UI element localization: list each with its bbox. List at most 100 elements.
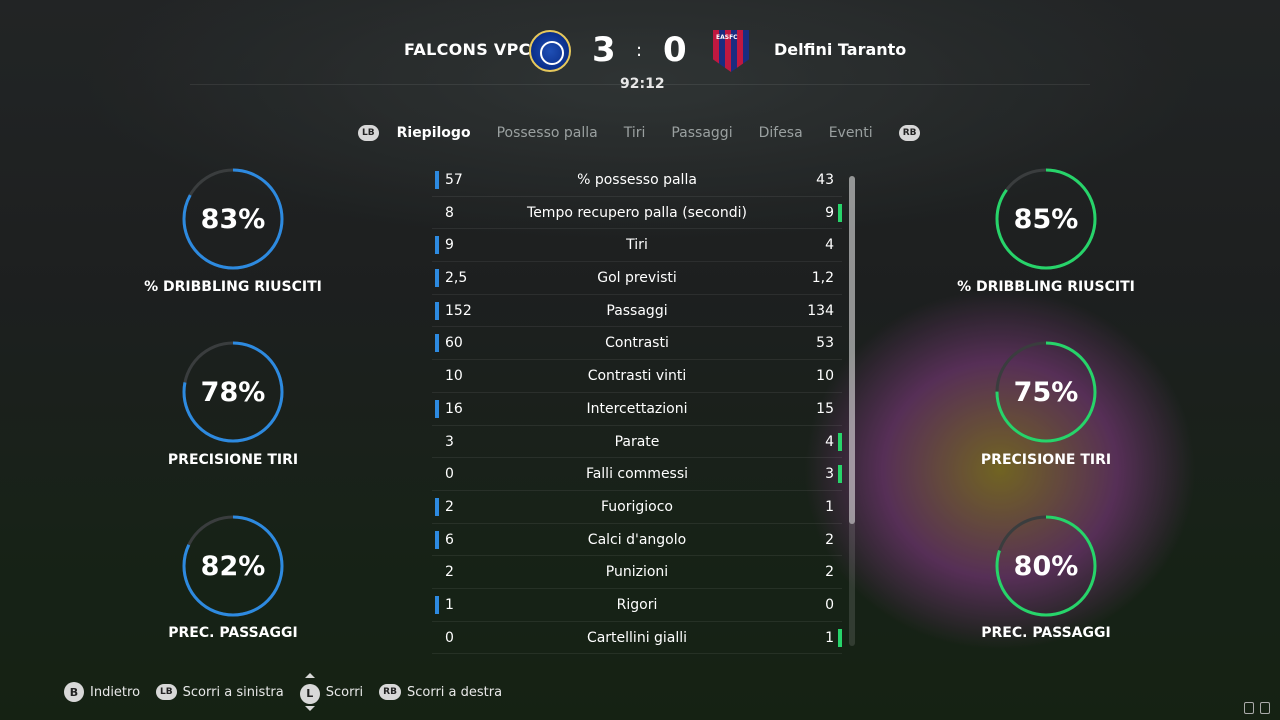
system-icons [1244,702,1270,714]
home-ring-0: 83% [181,167,285,271]
stat-home-value: 2 [445,564,454,581]
stat-name: % possesso palla [577,172,697,188]
home-leader-bar [435,399,439,418]
stats-table: 57% possesso palla 43 8 Tempo recupero pall… [432,164,842,655]
stat-name: Fuorigioco [601,498,673,515]
stats-scrollbar[interactable] [849,176,855,646]
stat-row: 16 Intercettazioni 15 [432,393,842,426]
stat-home-value: 57 [445,172,463,188]
stat-home-value: 10 [445,368,463,385]
scroll-right-label[interactable]: Scorri a destra [407,685,502,700]
stat-row: 2 Fuorigioco 1 [432,491,842,524]
home-leader-bar [435,530,439,549]
stat-row: 3 Parate 4 [432,426,842,459]
stat-away-value: 0 [825,596,834,613]
stat-name: Punizioni [605,564,669,581]
stat-name: Calci d'angolo [587,531,687,548]
rb-footer-button-icon[interactable]: RB [379,684,401,700]
stat-name: Parate [614,433,660,450]
stat-row: 57 % possesso palla 43 [432,164,842,197]
away-ring-value: 75% [1013,376,1079,408]
stat-away-value: 15 [816,400,834,417]
stat-name: Tiri [626,237,648,254]
stat-home-value: 16 [445,400,463,417]
stat-away-value: 134 [807,302,834,319]
home-ring-label: PRECISIONE TIRI [167,452,299,468]
stat-name: Passaggi [606,302,668,319]
home-ring-value: 83% [200,203,266,235]
tab-eventi[interactable]: Eventi [829,125,873,141]
stat-away-value: 43 [816,172,834,188]
home-leader-bar [435,334,439,353]
stick-up-arrow-icon [304,673,315,678]
tab-possesso-palla[interactable]: Possesso palla [497,125,598,141]
stat-away-value: 1 [825,629,834,646]
lb-button-icon[interactable]: LB [358,125,379,141]
stat-away-value: 4 [825,237,834,254]
stat-home-value: 2 [445,498,454,515]
tab-difesa[interactable]: Difesa [759,125,803,141]
tab-passaggi[interactable]: Passaggi [671,125,732,141]
home-ring-2: 82% [181,514,285,618]
stick-down-arrow-icon [304,706,315,711]
status-icon [1260,702,1270,714]
stat-home-value: 8 [445,204,454,221]
home-leader-bar [435,171,439,189]
stat-home-value: 60 [445,335,463,352]
stat-home-value: 152 [445,302,472,319]
stat-away-value: 9 [825,204,834,221]
lb-footer-button-icon[interactable]: LB [156,684,177,700]
stat-row: 2,5 Gol previsti 1,2 [432,262,842,295]
home-team-name: FALCONS VPC [404,40,531,59]
stat-away-value: 2 [825,564,834,581]
stat-name: Falli commessi [585,466,689,483]
away-leader-bar [838,465,842,484]
stat-name: Tempo recupero palla (secondi) [527,204,747,221]
home-leader-bar [435,595,439,614]
home-leader-bar [435,236,439,255]
scroll-label[interactable]: Scorri [326,685,363,700]
stat-home-value: 9 [445,237,454,254]
away-ring-0: 85% [994,167,1098,271]
away-ring-label: PREC. PASSAGGI [981,625,1111,641]
home-team-crest-icon [529,30,571,72]
stat-away-value: 53 [816,335,834,352]
home-ring-1: 78% [181,340,285,444]
away-ring-label: PRECISIONE TIRI [980,452,1112,468]
scroll-left-label[interactable]: Scorri a sinistra [183,685,284,700]
tab-tiri[interactable]: Tiri [624,125,646,141]
stat-home-value: 3 [445,433,454,450]
stat-row: 10 Contrasti vinti 10 [432,360,842,393]
stat-home-value: 0 [445,629,454,646]
home-score: 3 [592,30,616,70]
back-label[interactable]: Indietro [90,685,140,700]
away-ring-2: 80% [994,514,1098,618]
left-stick-icon[interactable]: L [299,673,320,711]
stats-tabs: LB Riepilogo Possesso palla Tiri Passagg… [358,122,921,144]
away-ring-1: 75% [994,340,1098,444]
score-separator: : [636,40,643,61]
stat-home-value: 2,5 [445,270,468,287]
stat-home-value: 0 [445,466,454,483]
rb-button-icon[interactable]: RB [898,125,921,141]
scrollbar-thumb[interactable] [849,176,855,524]
stat-row: 8 Tempo recupero palla (secondi) 9 [432,197,842,230]
stat-name: Gol previsti [597,270,677,287]
away-ring-value: 80% [1013,550,1079,582]
stat-home-value: 1 [445,596,454,613]
tab-riepilogo[interactable]: Riepilogo [397,125,471,141]
stat-row: 2 Punizioni 2 [432,556,842,589]
stat-name: Rigori [616,596,658,613]
stat-row: 0 Falli commessi 3 [432,458,842,491]
stat-away-value: 10 [816,368,834,385]
stat-row: 6 Calci d'angolo 2 [432,524,842,557]
stat-away-value: 4 [825,433,834,450]
away-leader-bar [838,628,842,647]
stat-away-value: 2 [825,531,834,548]
home-leader-bar [435,301,439,320]
stat-row: 1 Rigori 0 [432,589,842,622]
b-button-icon[interactable]: B [64,682,84,702]
away-leader-bar [838,432,842,451]
scoreboard: FALCONS VPC 3 : 0 EASFC Delfini Taranto … [0,0,1280,100]
home-ring-label: PREC. PASSAGGI [168,625,298,641]
